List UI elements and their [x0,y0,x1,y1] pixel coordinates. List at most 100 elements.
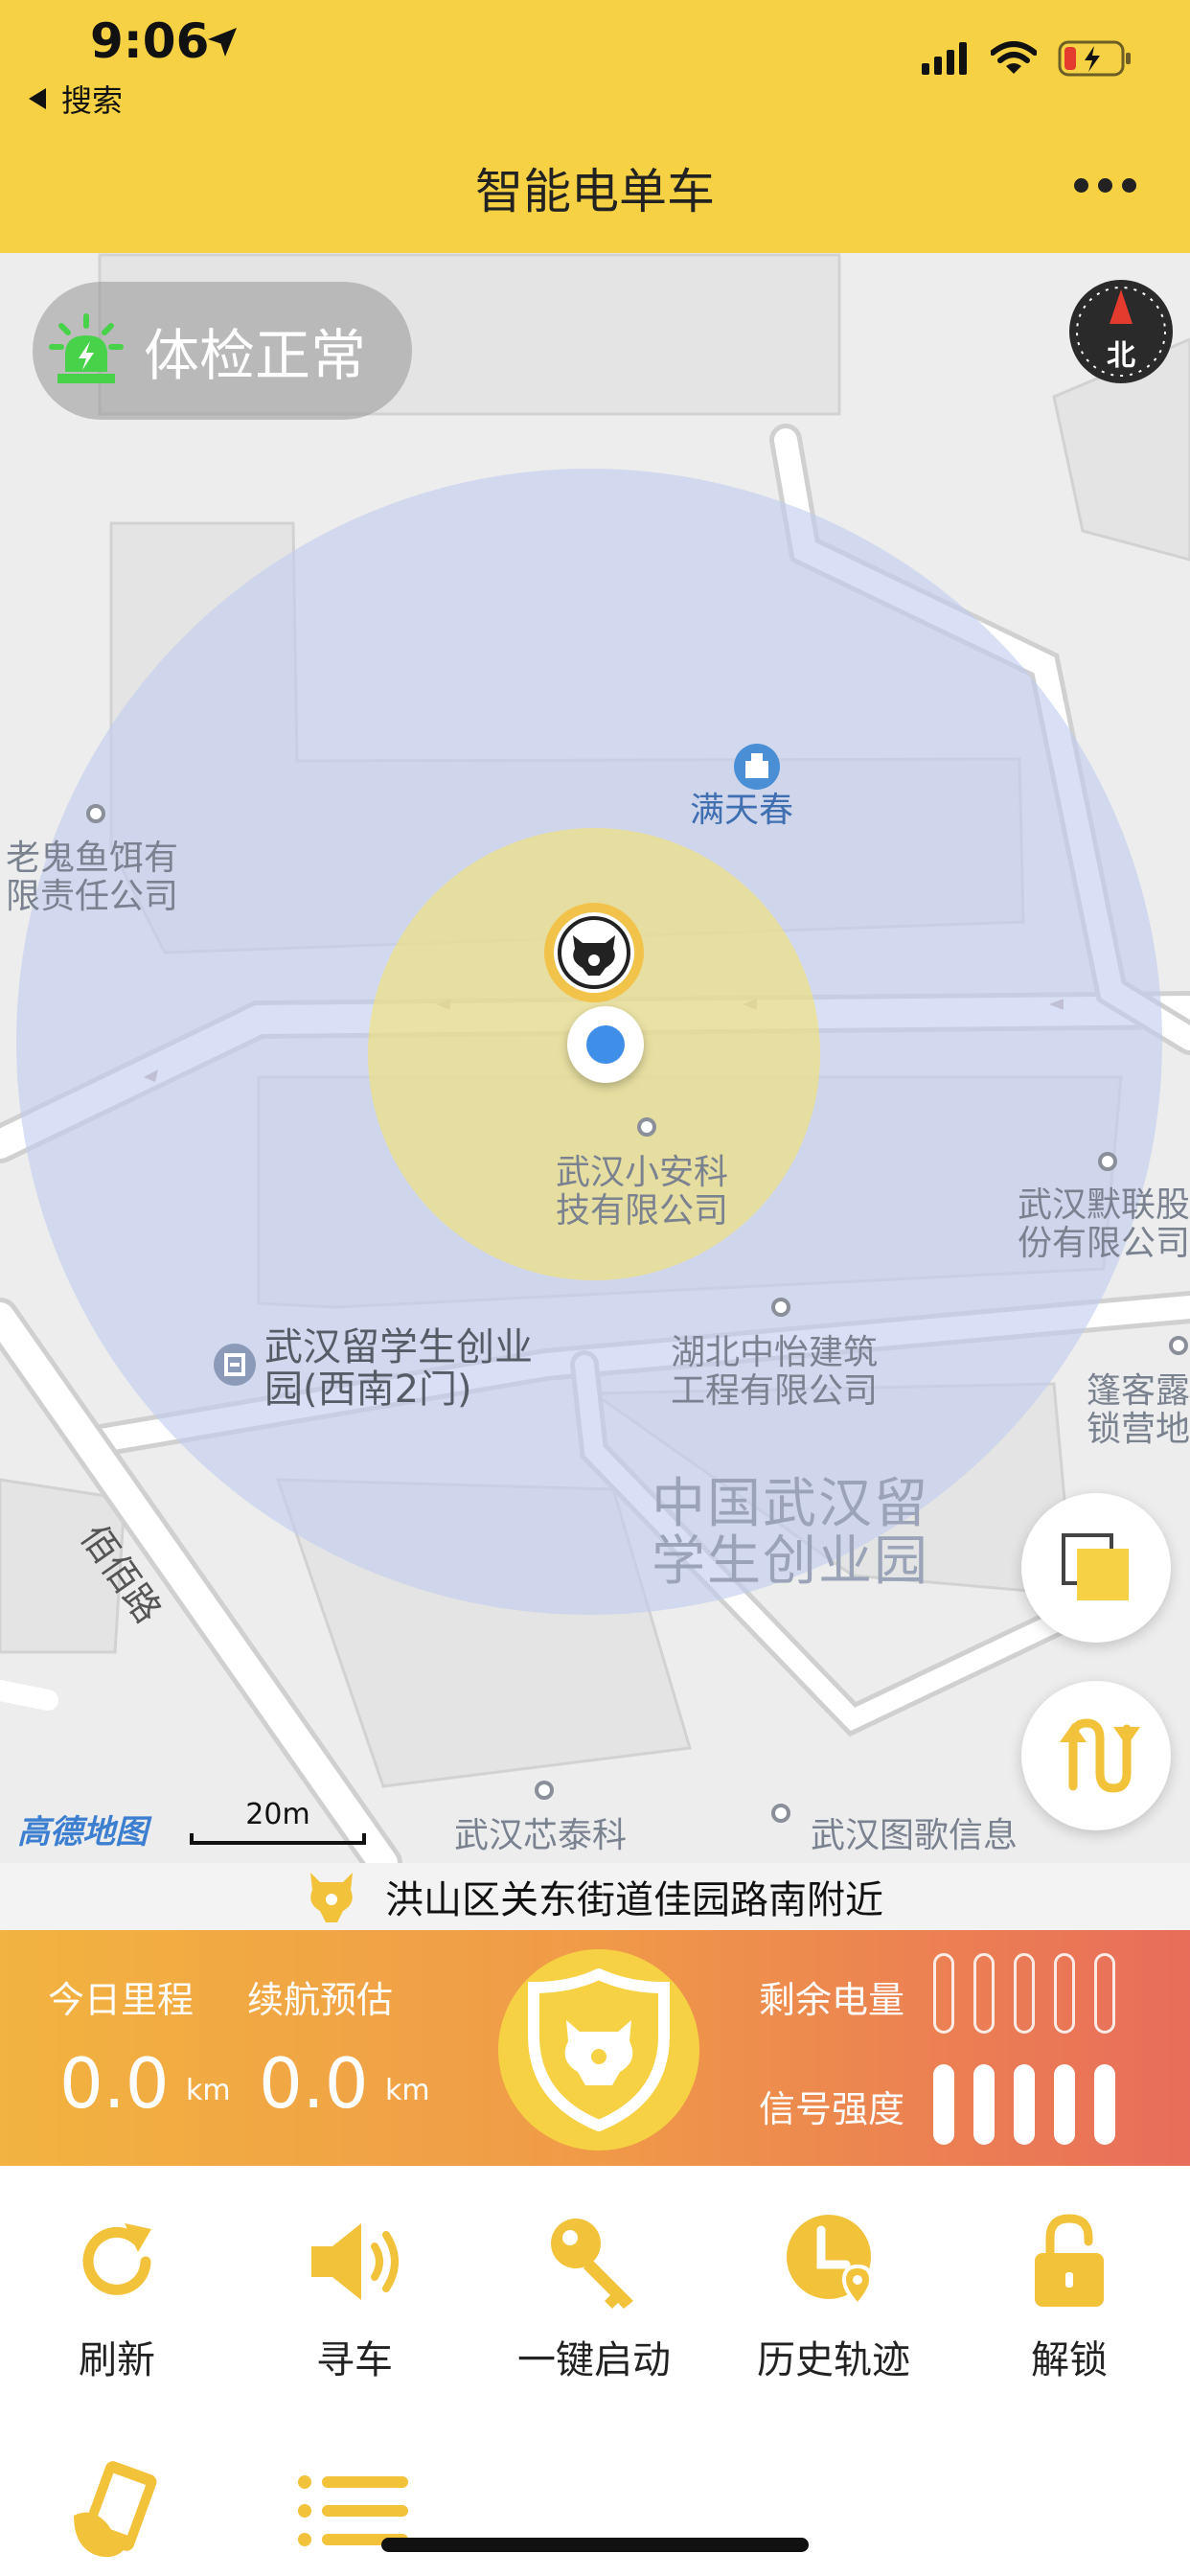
compass-north-label: 北 [1107,339,1135,373]
map-scale-bar: 20m [190,1798,366,1845]
back-label: 搜索 [61,82,124,119]
poi-label[interactable]: 武汉留学生创业 园(西南2门) [264,1326,533,1411]
poi-label-line: 锁营地 [1087,1410,1190,1449]
poi-label-line: 武汉小安科 [556,1153,729,1192]
back-to-search-link[interactable]: 搜索 [29,77,123,121]
health-status-text: 体检正常 [144,323,367,388]
battery-icon [1058,40,1131,77]
action-label: 历史轨迹 [757,2338,910,2382]
poi-label-line: 湖北中怡建筑 [671,1333,879,1372]
action-label: 解锁 [1031,2338,1108,2382]
unlock-button[interactable]: 解锁 [964,2204,1175,2384]
vehicle-stats-panel: 今日里程 0.0 km 续航预估 0.0 km 剩余电量 信号强度 [0,1930,1190,2166]
map-scale-label: 20m [245,1798,310,1831]
action-label: 刷新 [79,2338,155,2382]
poi-label[interactable]: 武汉图歌信息 [811,1817,1018,1855]
signal-segment [1094,2064,1115,2145]
poi-label[interactable]: 满天春 [690,792,793,830]
battery-segment [1014,1953,1035,2034]
battery-segment [1094,1953,1115,2034]
user-location-inner [586,1025,625,1064]
clock-location-icon [787,2215,874,2309]
key-icon [551,2219,633,2309]
poi-label[interactable]: 武汉小安科 技有限公司 [556,1154,728,1230]
battery-segment [1054,1953,1075,2034]
history-track-button[interactable]: 历史轨迹 [728,2204,939,2384]
poi-label-line: 武汉默联股 [1018,1185,1190,1225]
scooter-icon [310,1873,353,1922]
find-vehicle-button[interactable]: 寻车 [249,2204,460,2384]
alarm-light-icon [49,313,124,383]
anti-theft-button[interactable] [498,1949,699,2150]
action-grid: 刷新 寻车 一键启动 历史轨迹 解锁 [0,2166,1190,2576]
home-indicator[interactable] [381,2538,809,2552]
poi-label[interactable]: 武汉芯泰科 [454,1817,627,1855]
map-provider-logo: 高德地图 [17,1813,148,1852]
dot-icon [1074,178,1088,193]
range-unit: km [385,2074,430,2107]
poi-label[interactable]: 武汉默联股 份有限公司 [1018,1186,1190,1263]
action-label: 寻车 [316,2338,393,2382]
poi-label-line: 武汉留学生创业 [264,1325,533,1369]
vehicle-address-text: 洪山区关东街道佳园路南附近 [385,1878,883,1922]
poi-label-line: 篷客露 [1087,1371,1190,1411]
speaker-icon [311,2223,399,2300]
top-bar: 9:06 搜索 智能电单车 [0,0,1190,253]
user-location-dot [567,1006,644,1083]
vehicle-marker[interactable] [542,901,646,1004]
cellular-signal-icon [922,42,967,75]
mileage-label: 今日里程 [48,1979,195,2021]
back-triangle-icon [29,88,46,109]
poi-label-line: 工程有限公司 [671,1371,879,1411]
area-label-line: 中国武汉留 [652,1473,929,1535]
poi-label-line: 老鬼鱼饵有 [6,839,179,878]
compass-button[interactable]: 北 [1067,278,1175,385]
area-label-line: 学生创业园 [652,1530,929,1593]
poi-label[interactable]: 湖北中怡建筑 工程有限公司 [671,1334,878,1411]
phone-control-button[interactable] [11,2453,222,2568]
signal-label: 信号强度 [759,2088,905,2130]
poi-label-line: 技有限公司 [556,1191,729,1230]
map-view[interactable]: 满天春 老鬼鱼饵有 限责任公司 武汉小安科 技有限公司 武汉默联股 份有限公司 … [0,253,1190,1863]
battery-segment [973,1953,995,2034]
page-title: 智能电单车 [475,164,715,219]
action-label: 一键启动 [517,2338,671,2382]
signal-segment [973,2064,995,2145]
signal-segment [1014,2064,1035,2145]
battery-segment [933,1953,954,2034]
range-value: 0.0 [259,2043,369,2124]
battery-level-indicator [933,1953,1115,2034]
range-label: 续航预估 [247,1979,394,2021]
status-icons [922,40,1133,77]
dot-icon [1098,178,1112,193]
phone-hand-icon [74,2461,157,2558]
mileage-unit: km [186,2074,231,2107]
route-switch-icon [1060,1718,1140,1793]
status-time: 9:06 [90,13,210,69]
map-layer-button[interactable] [1021,1493,1171,1643]
refresh-button[interactable]: 刷新 [11,2204,222,2384]
poi-label[interactable]: 老鬼鱼饵有 限责任公司 [6,840,178,916]
poi-label[interactable]: 篷客露 锁营地 [1087,1372,1190,1449]
area-label: 中国武汉留 学生创业园 [652,1476,929,1591]
signal-segment [1054,2064,1075,2145]
map-scale-line [190,1833,366,1845]
location-arrow-icon [208,28,237,57]
unlock-icon [1035,2214,1104,2307]
scooter-marker-icon [544,903,644,1002]
wifi-icon [991,41,1037,74]
more-options-button[interactable] [1074,178,1136,193]
layers-icon [1062,1533,1129,1600]
health-status-pill[interactable]: 体检正常 [33,282,412,420]
shield-scooter-icon [528,1968,670,2131]
poi-label-line: 份有限公司 [1018,1224,1190,1263]
route-switch-button[interactable] [1021,1681,1171,1830]
one-key-start-button[interactable]: 一键启动 [489,2204,699,2384]
refresh-icon [82,2223,151,2295]
poi-label-line: 园(西南2门) [264,1368,472,1412]
signal-level-indicator [933,2064,1115,2145]
poi-label-line: 限责任公司 [6,877,179,916]
dot-icon [1122,178,1136,193]
vehicle-address-bar: 洪山区关东街道佳园路南附近 [0,1863,1190,1930]
signal-segment [933,2064,954,2145]
